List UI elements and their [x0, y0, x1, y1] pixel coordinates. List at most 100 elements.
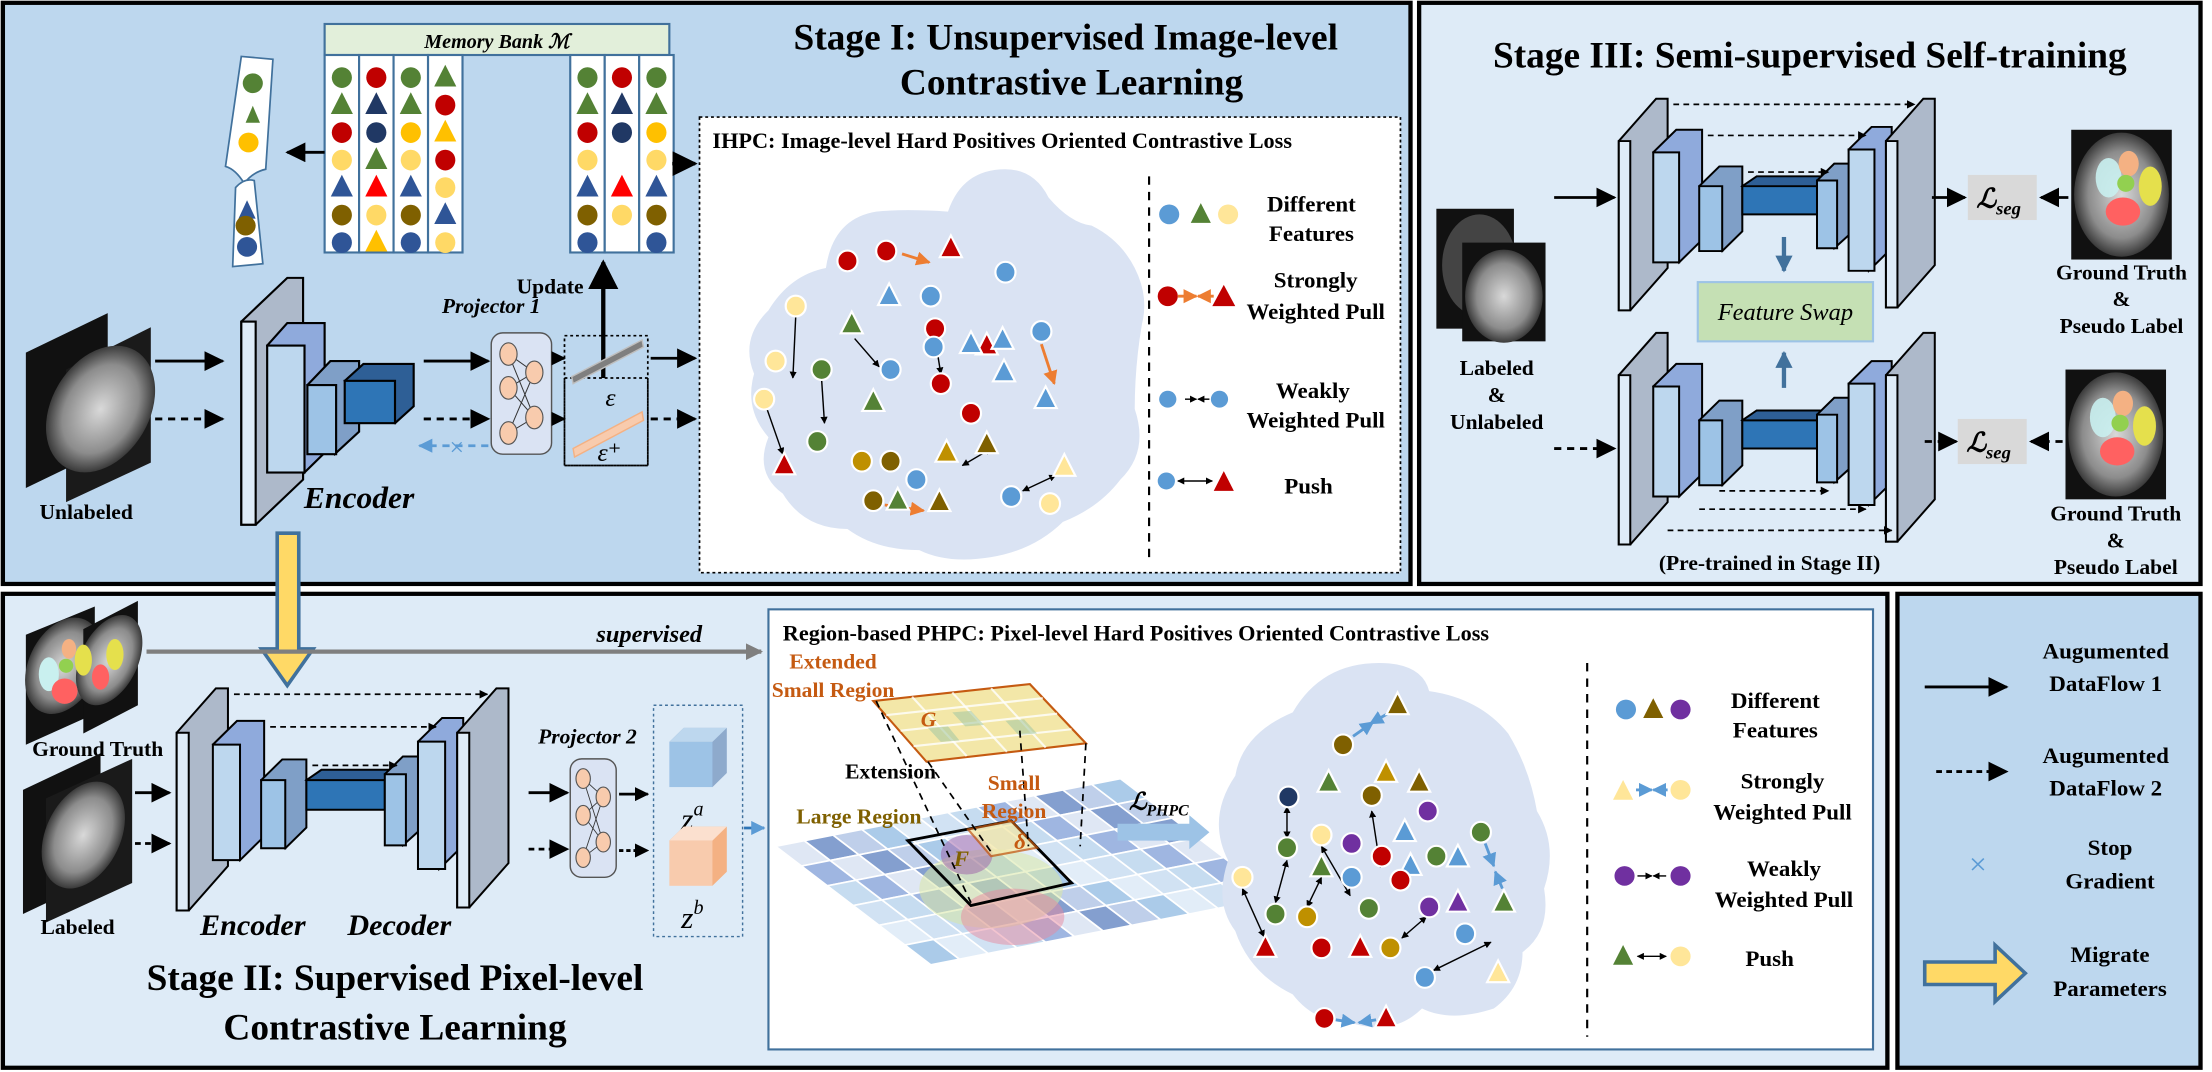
feature-circle: [753, 387, 776, 411]
feature-circle: [366, 67, 387, 88]
small-region-line2: Region: [982, 799, 1047, 823]
unlabeled-label: Unlabeled: [40, 500, 133, 524]
feature-circle: [905, 468, 928, 492]
stop-gradient-icon: ×: [449, 433, 464, 462]
unet-block: [1884, 140, 1899, 309]
unet-block: [1847, 148, 1876, 272]
unet-block: [260, 779, 287, 850]
feature-circle: [1453, 922, 1477, 946]
ihpc-legend-2-line1: Weakly: [1276, 378, 1351, 403]
stage3-panel: Stage III: Semi-supervised Self-training…: [1416, 0, 2203, 587]
stage3-gt-top-line1: Ground Truth: [2056, 260, 2187, 284]
feature-circle: [810, 358, 833, 381]
feature-circle: [1331, 733, 1355, 757]
feature-circle: [331, 232, 352, 253]
feature-circle: [1357, 896, 1380, 920]
extended-small-region-line2: Small Region: [772, 678, 895, 702]
feature-circle: [836, 249, 859, 273]
legend-item-1-line2: DataFlow 2: [2049, 776, 2162, 801]
unet-block: [1815, 413, 1839, 484]
feature-circle: [435, 149, 456, 171]
stage2-title-line1: Stage II: Supervised Pixel-level: [147, 958, 644, 999]
epsilon-plus-symbol: ε⁺: [598, 438, 622, 467]
feature-circle: [400, 122, 421, 143]
feature-circle: [646, 232, 667, 253]
memory-bank-columns-right: [569, 53, 675, 254]
feature-circle: [331, 67, 352, 88]
feature-circle: [577, 204, 598, 226]
zb-cube: [669, 826, 727, 886]
projector1-mlp-icon: [490, 332, 553, 455]
legend-item-2-line2: Gradient: [2065, 869, 2155, 894]
unet-block: [1815, 179, 1839, 250]
feature-circle: [1000, 485, 1023, 508]
feature-circle: [875, 239, 898, 263]
feature-circle: [922, 335, 945, 359]
stage1-title-line2: Contrastive Learning: [900, 63, 1244, 104]
feature-circle: [400, 232, 421, 253]
feature-circle: [435, 232, 456, 253]
feature-circle: [331, 149, 352, 171]
feature-circle: [1389, 868, 1412, 892]
projector2-label: Projector 2: [537, 725, 637, 749]
unet-block: [1741, 419, 1819, 450]
legend-item-1-line1: Augumented: [2043, 743, 2170, 768]
unet-block: [1652, 385, 1681, 498]
unet-block: [416, 740, 447, 871]
feature-circle: [1340, 832, 1363, 855]
feature-circle: [646, 122, 667, 143]
feature-circle: [331, 122, 352, 143]
phpc-legend-0-line1: Different: [1731, 688, 1820, 713]
epsilon-symbol: ε: [605, 383, 616, 412]
unet-block: [1617, 374, 1632, 546]
unet-block: [1741, 185, 1819, 216]
feature-circle: [1379, 936, 1402, 960]
feature-circle: [611, 204, 632, 226]
stage2-decoder-label: Decoder: [346, 909, 451, 942]
feature-circle: [1038, 492, 1062, 515]
stage3-gt-image-bottom: [2065, 369, 2167, 500]
ihpc-legend-0-line1: Different: [1267, 192, 1356, 217]
feature-circle: [1340, 865, 1363, 889]
feature-circle: [435, 94, 456, 116]
feature-circle: [929, 372, 952, 396]
stage3-title: Stage III: Semi-supervised Self-training: [1493, 36, 2127, 77]
phpc-legend-1-line1: Strongly: [1741, 769, 1825, 794]
feature-circle: [1416, 799, 1439, 823]
unet-block: [1652, 151, 1681, 264]
phpc-legend-3-line1: Push: [1745, 946, 1794, 971]
stage2-title-line2: Contrastive Learning: [223, 1008, 567, 1049]
feature-circle: [646, 67, 667, 88]
framework-diagram: Stage I: Unsupervised Image-level Contra…: [0, 0, 2203, 1070]
feature-circle: [862, 489, 885, 513]
feature-circle: [1030, 320, 1053, 343]
stage3-gt-top-line2: &: [2113, 287, 2131, 311]
phpc-box: Region-based PHPC: Pixel-level Hard Posi…: [767, 608, 1875, 1051]
feature-circle: [366, 204, 387, 226]
delta-symbol: δ: [1014, 829, 1026, 854]
feature-circle: [919, 284, 942, 308]
phpc-legend-2-line2: Weighted Pull: [1715, 887, 1853, 912]
feature-circle: [1469, 820, 1493, 844]
stage3-gt-bottom-line2: &: [2107, 528, 2125, 552]
memory-bank-label: Memory Bank ℳ: [423, 31, 573, 53]
legend-item-0-line2: DataFlow 1: [2049, 671, 2162, 696]
extended-small-region-line1: Extended: [789, 650, 876, 674]
projector1-label: Projector 1: [441, 294, 541, 318]
feature-circle: [1413, 966, 1437, 989]
stage3-gt-image-top: [2071, 129, 2172, 260]
stage2-panel: Ground Truth Labeled supervised Encoder …: [0, 531, 1890, 1070]
ihpc-legend-3-line1: Push: [1284, 474, 1333, 499]
ihpc-legend-2-line2: Weighted Pull: [1246, 408, 1384, 433]
unet-block: [211, 743, 242, 862]
stage3-input-line2: &: [1488, 383, 1506, 407]
legend-item-3-line1: Migrate: [2070, 942, 2149, 967]
feature-circle: [611, 67, 632, 88]
stage1-title-line1: Stage I: Unsupervised Image-level: [794, 18, 1338, 59]
feature-circle: [331, 204, 352, 226]
feature-circle: [611, 122, 632, 143]
unet-block: [1847, 382, 1876, 506]
phpc-legend-2-line1: Weakly: [1747, 856, 1822, 881]
feature-circle: [959, 401, 983, 425]
feature-circle: [1310, 823, 1333, 847]
